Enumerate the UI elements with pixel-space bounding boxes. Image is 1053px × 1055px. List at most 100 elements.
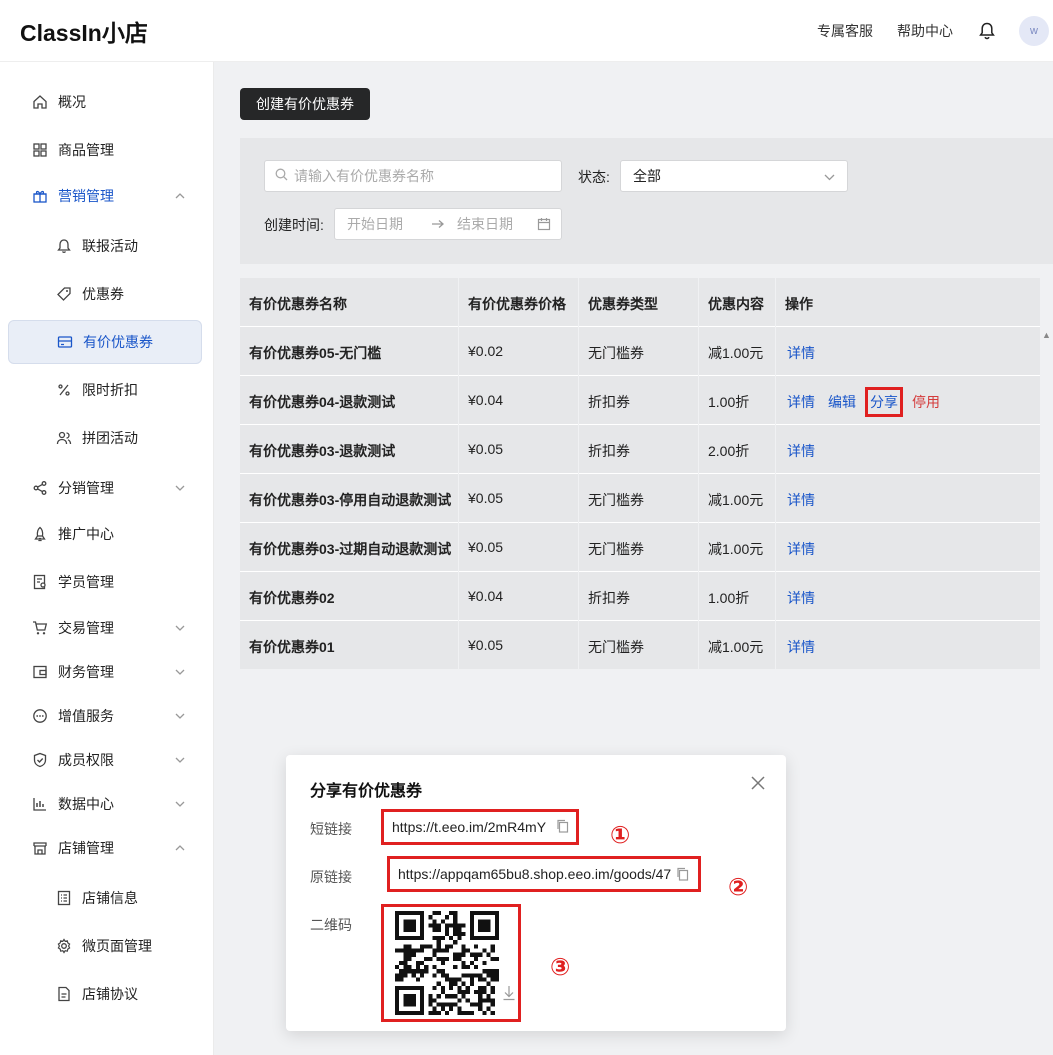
short-link-field[interactable]: https://t.eeo.im/2mR4mY xyxy=(381,809,579,845)
full-link-label: 原链接 xyxy=(310,869,352,885)
sidebar-item-label: 有价优惠券 xyxy=(83,334,153,350)
marker-2: ② xyxy=(728,874,749,901)
sidebar-item-data-center[interactable]: 数据中心 xyxy=(8,782,202,826)
sidebar-item-value-added[interactable]: 增值服务 xyxy=(8,694,202,738)
table-row: 有价优惠券03-停用自动退款测试 ¥0.05 无门槛券 减1.00元 详情 xyxy=(240,473,1040,522)
sidebar-item-finance[interactable]: 财务管理 xyxy=(8,650,202,694)
sidebar-item-store-agreement[interactable]: 店铺协议 xyxy=(8,972,202,1016)
customer-service-link[interactable]: 专属客服 xyxy=(817,21,873,41)
edit-link[interactable]: 编辑 xyxy=(828,392,856,412)
coupon-price: ¥0.05 xyxy=(468,539,504,555)
chevron-down-icon xyxy=(174,798,186,810)
coupon-content: 减1.00元 xyxy=(708,492,764,508)
table-row: 有价优惠券04-退款测试 ¥0.04 折扣券 1.00折 详情 编辑 分享 停用 xyxy=(240,375,1040,424)
sidebar-item-member-permissions[interactable]: 成员权限 xyxy=(8,738,202,782)
coupon-name: 有价优惠券05-无门槛 xyxy=(249,345,382,361)
gift-icon xyxy=(32,188,48,204)
detail-link[interactable]: 详情 xyxy=(787,392,815,412)
sidebar-item-distribution[interactable]: 分销管理 xyxy=(8,466,202,510)
qr-code-image xyxy=(381,904,521,1022)
sidebar-item-products[interactable]: 商品管理 xyxy=(8,128,202,172)
arrow-right-icon xyxy=(431,216,445,232)
scroll-up-arrow-icon[interactable]: ▲ xyxy=(1040,330,1053,342)
sidebar-item-transactions[interactable]: 交易管理 xyxy=(8,606,202,650)
chevron-down-icon xyxy=(174,482,186,494)
sidebar-item-micro-page[interactable]: 微页面管理 xyxy=(8,924,202,968)
marker-3: ③ xyxy=(550,954,571,981)
sidebar-item-label: 分销管理 xyxy=(58,480,114,496)
sidebar-item-promotion-center[interactable]: 推广中心 xyxy=(8,512,202,556)
coupon-name: 有价优惠券01 xyxy=(249,639,335,655)
table-row: 有价优惠券03-退款测试 ¥0.05 折扣券 2.00折 详情 xyxy=(240,424,1040,473)
users-icon xyxy=(56,430,72,446)
short-link-value: https://t.eeo.im/2mR4mY xyxy=(392,819,547,835)
end-date-placeholder[interactable]: 结束日期 xyxy=(457,214,513,234)
start-date-placeholder[interactable]: 开始日期 xyxy=(347,214,403,234)
help-center-link[interactable]: 帮助中心 xyxy=(897,21,953,41)
coupon-price: ¥0.05 xyxy=(468,637,504,653)
sidebar-item-label: 商品管理 xyxy=(58,142,114,158)
coupon-type: 无门槛券 xyxy=(588,541,644,557)
detail-link[interactable]: 详情 xyxy=(787,588,815,608)
detail-link[interactable]: 详情 xyxy=(787,343,815,363)
sidebar-item-coupon[interactable]: 优惠券 xyxy=(8,272,202,316)
user-avatar[interactable]: w xyxy=(1019,16,1049,46)
sidebar-item-label: 联报活动 xyxy=(82,238,138,254)
chevron-down-icon xyxy=(174,622,186,634)
sidebar-item-store-management[interactable]: 店铺管理 xyxy=(8,826,202,870)
sidebar-item-overview[interactable]: 概况 xyxy=(8,80,202,124)
cart-icon xyxy=(32,620,48,636)
chevron-down-icon xyxy=(174,754,186,766)
bell-icon xyxy=(56,238,72,254)
detail-link[interactable]: 详情 xyxy=(787,539,815,559)
sidebar-item-students[interactable]: 学员管理 xyxy=(8,560,202,604)
close-icon[interactable] xyxy=(750,775,766,791)
sidebar-item-marketing[interactable]: 营销管理 xyxy=(8,174,202,218)
sidebar-item-label: 成员权限 xyxy=(58,752,114,768)
notification-bell-icon[interactable] xyxy=(977,21,997,41)
date-range-picker[interactable]: 开始日期 结束日期 xyxy=(334,208,562,240)
column-divider xyxy=(775,278,776,670)
share-link[interactable]: 分享 xyxy=(865,387,903,417)
sidebar-item-label: 拼团活动 xyxy=(82,430,138,446)
coupon-type: 折扣券 xyxy=(588,590,630,606)
status-select[interactable]: 全部 xyxy=(620,160,848,192)
sidebar-item-bundle-activity[interactable]: 联报活动 xyxy=(8,224,202,268)
status-select-value: 全部 xyxy=(633,168,661,184)
sidebar-item-label: 限时折扣 xyxy=(82,382,138,398)
column-divider xyxy=(578,278,579,670)
full-link-value: https://appqam65bu8.shop.eeo.im/goods/47 xyxy=(398,866,672,882)
detail-link[interactable]: 详情 xyxy=(787,637,815,657)
sidebar-item-store-info[interactable]: 店铺信息 xyxy=(8,876,202,920)
column-header-name: 有价优惠券名称 xyxy=(249,296,347,312)
sidebar-item-label: 店铺协议 xyxy=(82,986,138,1002)
full-link-field[interactable]: https://appqam65bu8.shop.eeo.im/goods/47 xyxy=(387,856,701,892)
sidebar-item-group-buy[interactable]: 拼团活动 xyxy=(8,416,202,460)
home-icon xyxy=(32,94,48,110)
sidebar-item-flash-discount[interactable]: 限时折扣 xyxy=(8,368,202,412)
short-link-label: 短链接 xyxy=(310,821,352,837)
column-header-type: 优惠券类型 xyxy=(588,296,658,312)
create-paid-coupon-button[interactable]: 创建有价优惠券 xyxy=(240,88,370,120)
detail-link[interactable]: 详情 xyxy=(787,490,815,510)
percent-icon xyxy=(56,382,72,398)
copy-icon[interactable] xyxy=(676,867,690,881)
chat-icon xyxy=(32,708,48,724)
app-logo[interactable]: ClassIn小店 xyxy=(20,14,148,48)
shield-icon xyxy=(32,752,48,768)
table-row: 有价优惠券02 ¥0.04 折扣券 1.00折 详情 xyxy=(240,571,1040,620)
qr-code-label: 二维码 xyxy=(310,917,352,933)
download-icon[interactable] xyxy=(502,985,516,1001)
sidebar-item-paid-coupon[interactable]: 有价优惠券 xyxy=(8,320,202,364)
copy-icon[interactable] xyxy=(556,819,570,833)
search-input[interactable] xyxy=(294,168,544,184)
detail-link[interactable]: 详情 xyxy=(787,441,815,461)
coupon-name: 有价优惠券03-退款测试 xyxy=(249,443,396,459)
search-field[interactable] xyxy=(264,160,562,192)
coupon-type: 无门槛券 xyxy=(588,639,644,655)
coupon-price: ¥0.05 xyxy=(468,441,504,457)
calendar-icon xyxy=(537,217,551,234)
column-divider xyxy=(458,278,459,670)
coupon-type: 无门槛券 xyxy=(588,345,644,361)
disable-link[interactable]: 停用 xyxy=(912,392,940,412)
